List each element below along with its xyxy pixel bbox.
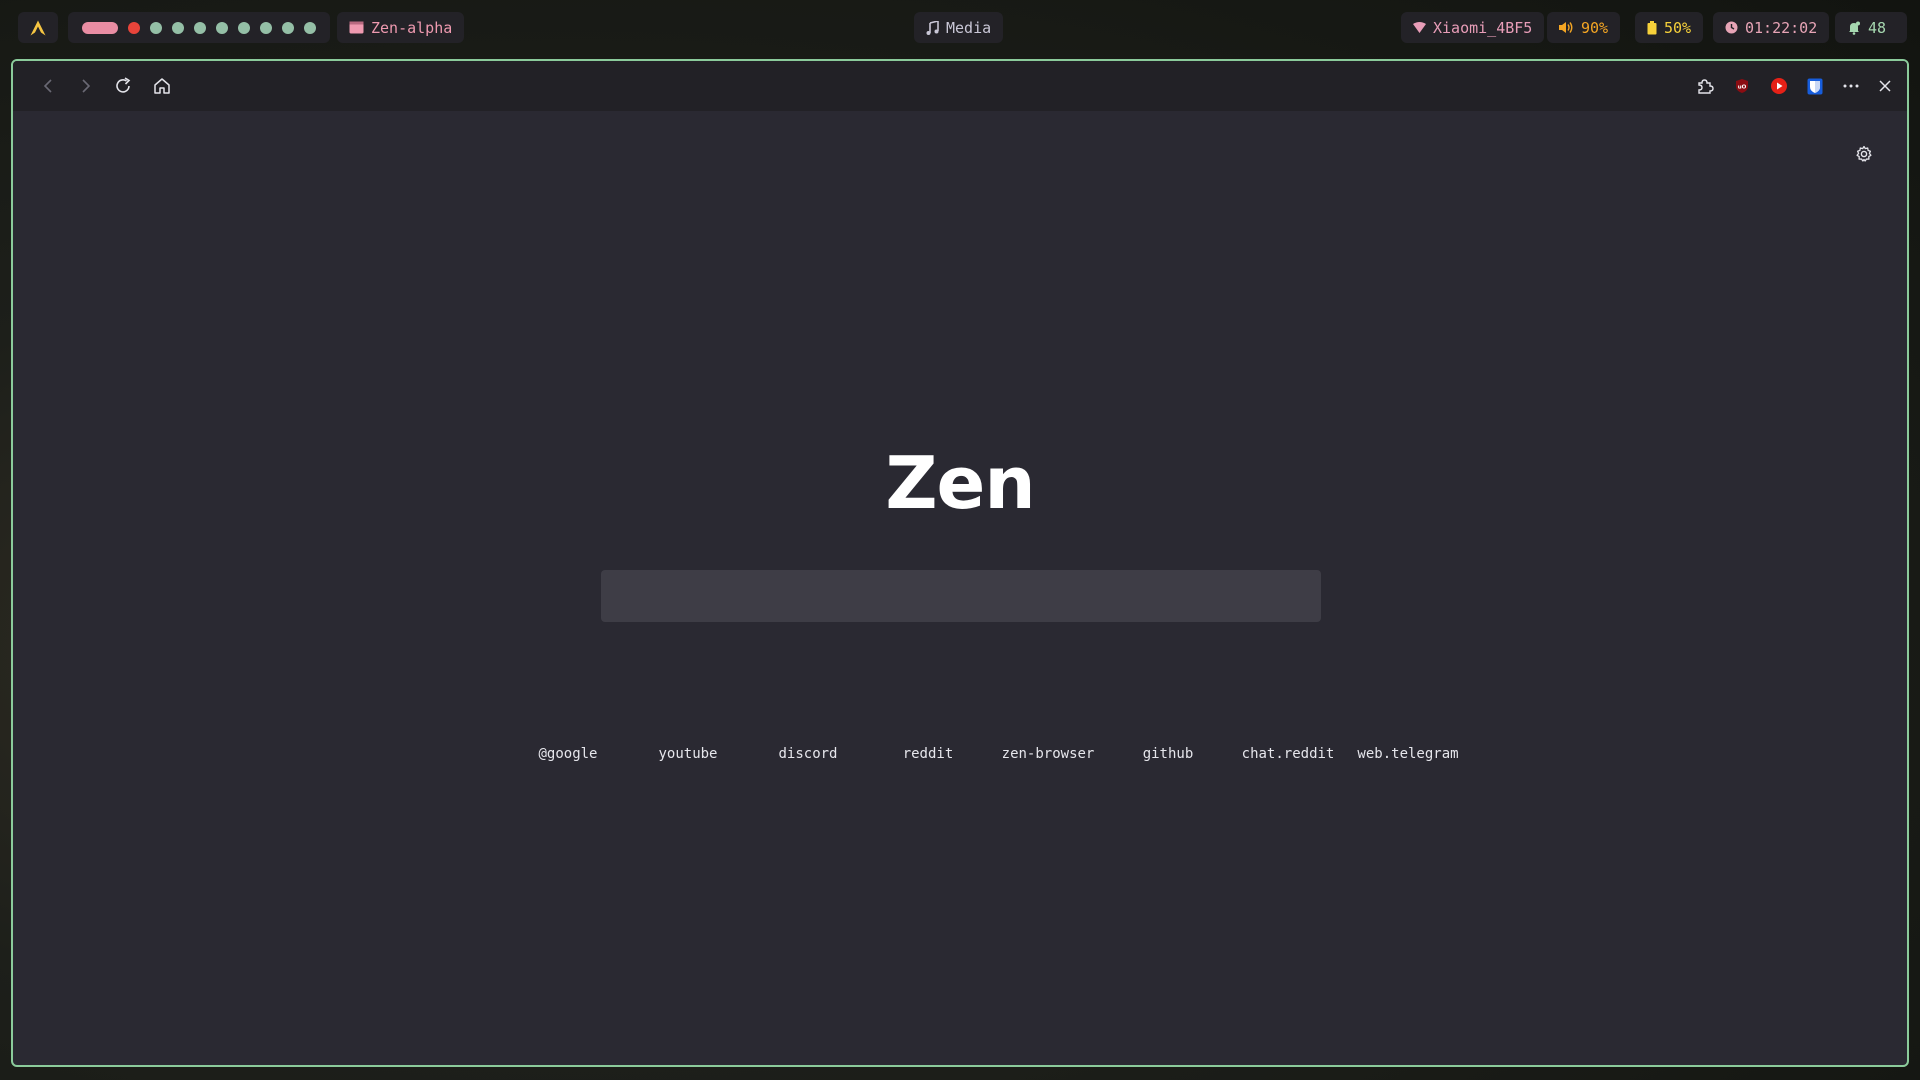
shortcut-github[interactable]: github (1113, 746, 1223, 762)
battery-value: 50% (1664, 18, 1692, 37)
workspace-4[interactable] (172, 21, 184, 34)
wifi-icon (1413, 22, 1426, 33)
workspace-7[interactable] (238, 21, 250, 34)
browser-toolbar: uO (13, 61, 1907, 111)
arch-logo-icon (30, 20, 46, 35)
clock-chip[interactable]: 01:22:02 (1713, 12, 1830, 43)
volume-chip[interactable]: 90% (1547, 12, 1621, 43)
window-icon (349, 21, 364, 34)
media-chip[interactable]: Media (914, 12, 1004, 43)
workspace-5[interactable] (194, 21, 206, 34)
workspace-8[interactable] (260, 21, 272, 34)
extensions-icon (1698, 79, 1714, 94)
search-input[interactable] (601, 570, 1321, 622)
reload-icon (116, 77, 131, 93)
youtube-icon (1771, 78, 1787, 94)
shortcut-reddit[interactable]: reddit (873, 746, 983, 762)
bitwarden-icon (1807, 78, 1823, 94)
status-bar: Zen-alpha Media Xiaomi_4BF5 90% 50% 01:2… (0, 0, 1920, 54)
forward-icon (82, 79, 91, 93)
clock-value: 01:22:02 (1745, 18, 1818, 37)
notifications-chip[interactable]: 48 (1835, 12, 1907, 43)
forward-button[interactable] (72, 73, 98, 99)
reload-button[interactable] (110, 73, 136, 99)
speaker-icon (1559, 21, 1574, 34)
close-window-button[interactable] (1872, 73, 1898, 99)
browser-window: uO Zen @google youtube discord reddit ze… (11, 59, 1909, 1067)
more-icon (1843, 84, 1859, 88)
ublock-icon: uO (1736, 79, 1748, 93)
workspaces (68, 12, 330, 43)
bell-icon (1847, 21, 1861, 35)
shortcut-discord[interactable]: discord (753, 746, 863, 762)
wifi-name: Xiaomi_4BF5 (1433, 18, 1533, 37)
shortcuts-row: @google youtube discord reddit zen-brows… (513, 746, 1458, 770)
notification-count: 48 (1868, 18, 1887, 37)
home-button[interactable] (149, 73, 175, 99)
workspace-6[interactable] (216, 21, 228, 34)
workspace-1-active[interactable] (82, 21, 118, 34)
network-chip[interactable]: Xiaomi_4BF5 (1401, 12, 1545, 43)
media-label: Media (946, 18, 992, 37)
shortcut-youtube[interactable]: youtube (633, 746, 743, 762)
back-icon (43, 79, 52, 93)
menu-button[interactable] (1838, 73, 1864, 99)
gear-icon (1856, 145, 1872, 162)
workspace-3[interactable] (150, 21, 162, 34)
extensions-button[interactable] (1692, 73, 1718, 99)
back-button[interactable] (36, 73, 62, 99)
shortcut-google[interactable]: @google (513, 746, 623, 762)
volume-value: 90% (1581, 18, 1609, 37)
battery-chip[interactable]: 50% (1635, 12, 1704, 43)
brand-title: Zen (885, 441, 1035, 525)
launcher-button[interactable] (18, 12, 58, 43)
bitwarden-button[interactable] (1802, 73, 1828, 99)
ublock-button[interactable]: uO (1729, 73, 1755, 99)
close-icon (1879, 80, 1891, 92)
active-window-chip[interactable]: Zen-alpha (337, 12, 465, 43)
workspace-2-urgent[interactable] (128, 21, 140, 34)
youtube-ext-button[interactable] (1766, 73, 1792, 99)
shortcut-chat-reddit[interactable]: chat.reddit (1233, 746, 1343, 762)
home-icon (154, 78, 170, 94)
active-window-title: Zen-alpha (371, 18, 453, 37)
music-note-icon (926, 20, 939, 35)
newtab-settings-button[interactable] (1853, 143, 1875, 165)
clock-icon (1725, 21, 1738, 34)
battery-icon (1647, 20, 1657, 35)
shortcut-zen-browser[interactable]: zen-browser (993, 746, 1103, 762)
workspace-10[interactable] (304, 21, 316, 34)
workspace-9[interactable] (282, 21, 294, 34)
svg-text:uO: uO (1738, 85, 1747, 91)
shortcut-web-telegram[interactable]: web.telegram (1353, 746, 1463, 762)
